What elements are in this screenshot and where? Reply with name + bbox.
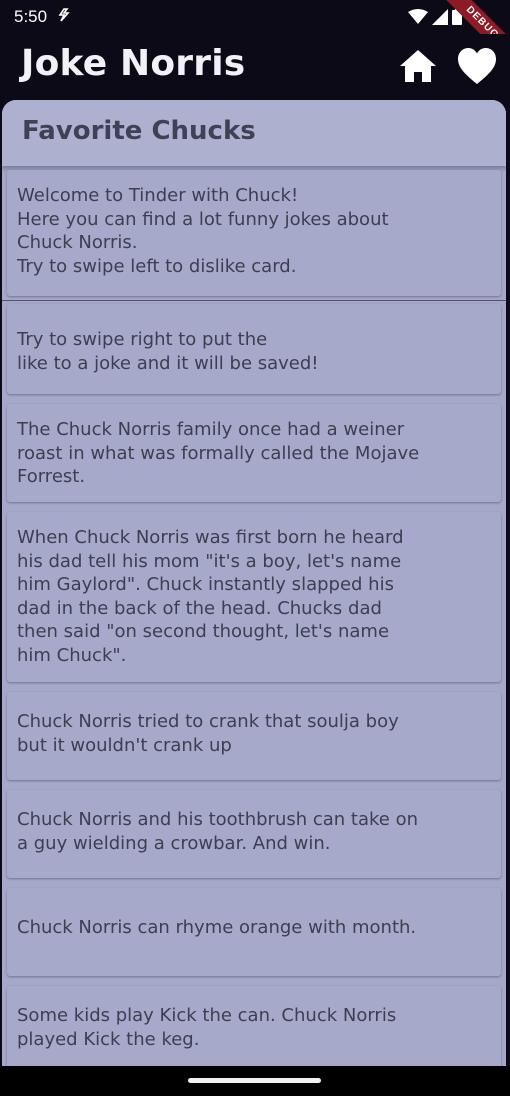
favorites-button[interactable] bbox=[456, 46, 498, 86]
notification-icon bbox=[58, 8, 70, 22]
favorites-panel: Favorite Chucks Welcome to Tinder with C… bbox=[2, 100, 506, 1066]
home-button[interactable] bbox=[398, 48, 438, 84]
status-time: 5:50 bbox=[14, 7, 48, 26]
drag-divider bbox=[2, 300, 506, 301]
joke-card[interactable]: Chuck Norris can rhyme orange with month… bbox=[7, 888, 501, 976]
joke-card[interactable]: Chuck Norris and his toothbrush can take… bbox=[7, 790, 501, 878]
app-title: Joke Norris bbox=[21, 43, 246, 84]
panel-header: Favorite Chucks bbox=[2, 100, 506, 166]
joke-text: Try to swipe right to put the like to a … bbox=[17, 329, 319, 374]
system-nav-bar bbox=[0, 1066, 510, 1096]
home-icon bbox=[400, 50, 436, 82]
joke-card[interactable]: Some kids play Kick the can. Chuck Norri… bbox=[7, 986, 501, 1066]
status-bar: 5:50 DEBUG bbox=[0, 0, 510, 72]
heart-icon bbox=[458, 48, 496, 84]
status-icons bbox=[408, 8, 462, 25]
signal-icon bbox=[432, 8, 448, 25]
panel-title: Favorite Chucks bbox=[22, 116, 256, 146]
joke-text: Welcome to Tinder with Chuck! Here you c… bbox=[17, 185, 389, 277]
joke-text: Chuck Norris can rhyme orange with month… bbox=[17, 917, 417, 938]
joke-text: The Chuck Norris family once had a weine… bbox=[17, 419, 420, 487]
app-bar: Joke Norris bbox=[0, 34, 510, 100]
joke-card[interactable]: Try to swipe right to put the like to a … bbox=[7, 304, 501, 394]
joke-card[interactable]: Welcome to Tinder with Chuck! Here you c… bbox=[7, 170, 501, 296]
home-gesture-handle[interactable] bbox=[188, 1078, 321, 1083]
joke-card[interactable]: When Chuck Norris was first born he hear… bbox=[7, 512, 501, 682]
joke-text: When Chuck Norris was first born he hear… bbox=[17, 527, 404, 666]
joke-card[interactable]: Chuck Norris tried to crank that soulja … bbox=[7, 692, 501, 780]
joke-text: Some kids play Kick the can. Chuck Norri… bbox=[17, 1005, 397, 1050]
joke-text: Chuck Norris and his toothbrush can take… bbox=[17, 809, 419, 854]
joke-text: Chuck Norris tried to crank that soulja … bbox=[17, 711, 399, 756]
joke-card[interactable]: The Chuck Norris family once had a weine… bbox=[7, 404, 501, 502]
wifi-icon bbox=[408, 8, 428, 24]
